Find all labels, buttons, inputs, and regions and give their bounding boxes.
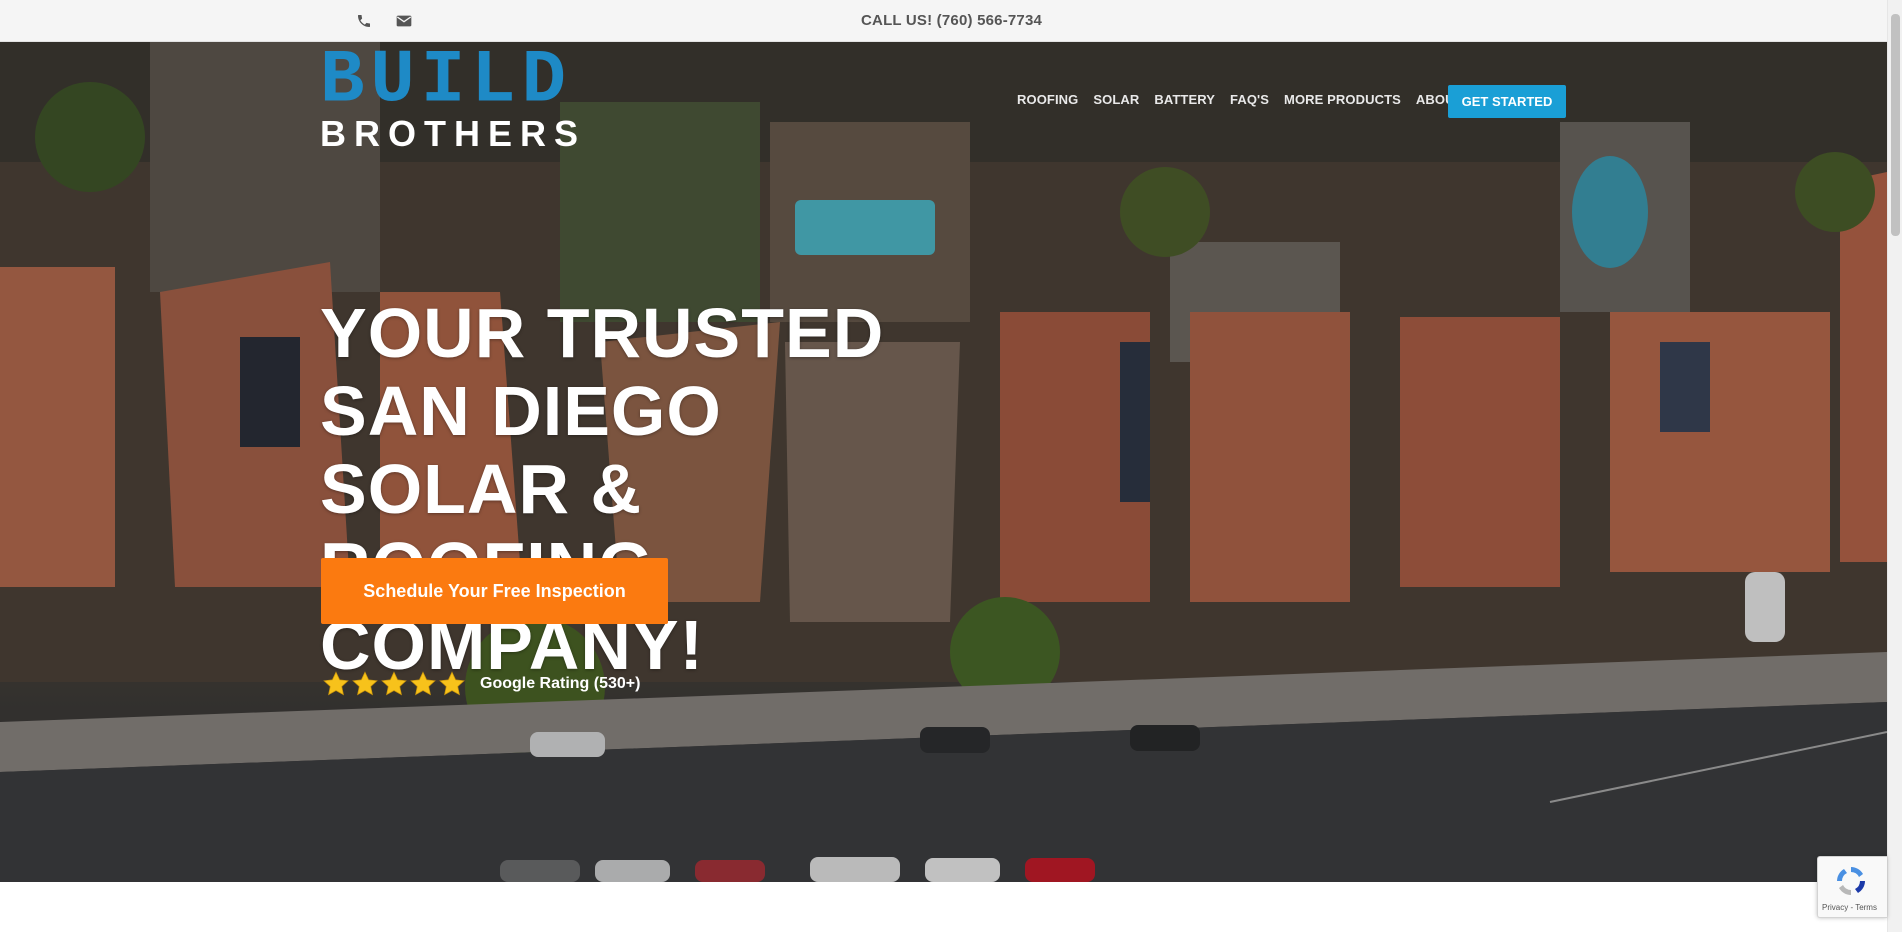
phone-icon[interactable] bbox=[354, 11, 374, 31]
schedule-inspection-button[interactable]: Schedule Your Free Inspection bbox=[321, 558, 668, 624]
star-icon bbox=[439, 671, 465, 696]
nav-item-faqs[interactable]: FAQ'S bbox=[1230, 92, 1269, 107]
contact-icons bbox=[354, 11, 414, 31]
star-icon bbox=[352, 671, 378, 696]
nav-item-solar[interactable]: SOLAR bbox=[1093, 92, 1139, 107]
recaptcha-icon bbox=[1837, 867, 1865, 895]
nav-item-roofing[interactable]: ROOFING bbox=[1017, 92, 1078, 107]
logo-line-1: BUILD bbox=[320, 38, 573, 124]
rating-text: Google Rating (530+) bbox=[480, 675, 641, 692]
logo-line-2: BROTHERS bbox=[320, 113, 587, 154]
top-bar: CALL US! (760) 566-7734 bbox=[0, 0, 1887, 42]
star-icon bbox=[323, 671, 349, 696]
envelope-icon[interactable] bbox=[394, 11, 414, 31]
google-rating: Google Rating (530+) bbox=[322, 670, 640, 698]
hero-headline: YOUR TRUSTED SAN DIEGO SOLAR & ROOFING C… bbox=[320, 294, 885, 684]
call-us-text[interactable]: CALL US! (760) 566-7734 bbox=[861, 12, 1042, 29]
scrollbar-thumb[interactable] bbox=[1891, 14, 1900, 236]
main-nav: ROOFING SOLAR BATTERY FAQ'S MORE PRODUCT… bbox=[1017, 92, 1500, 107]
rating-stars bbox=[322, 670, 466, 698]
page: CALL US! (760) 566-7734 BUILD BROTHERS R… bbox=[0, 0, 1902, 932]
star-icon bbox=[381, 671, 407, 696]
star-icon bbox=[410, 671, 436, 696]
nav-item-battery[interactable]: BATTERY bbox=[1154, 92, 1215, 107]
nav-item-more-products[interactable]: MORE PRODUCTS bbox=[1284, 92, 1401, 107]
recaptcha-links[interactable]: Privacy - Terms bbox=[1822, 903, 1877, 912]
scrollbar[interactable] bbox=[1887, 0, 1902, 932]
recaptcha-badge[interactable]: Privacy - Terms bbox=[1817, 856, 1887, 918]
logo[interactable]: BUILD BROTHERS bbox=[320, 43, 578, 155]
get-started-button[interactable]: GET STARTED bbox=[1448, 85, 1566, 118]
